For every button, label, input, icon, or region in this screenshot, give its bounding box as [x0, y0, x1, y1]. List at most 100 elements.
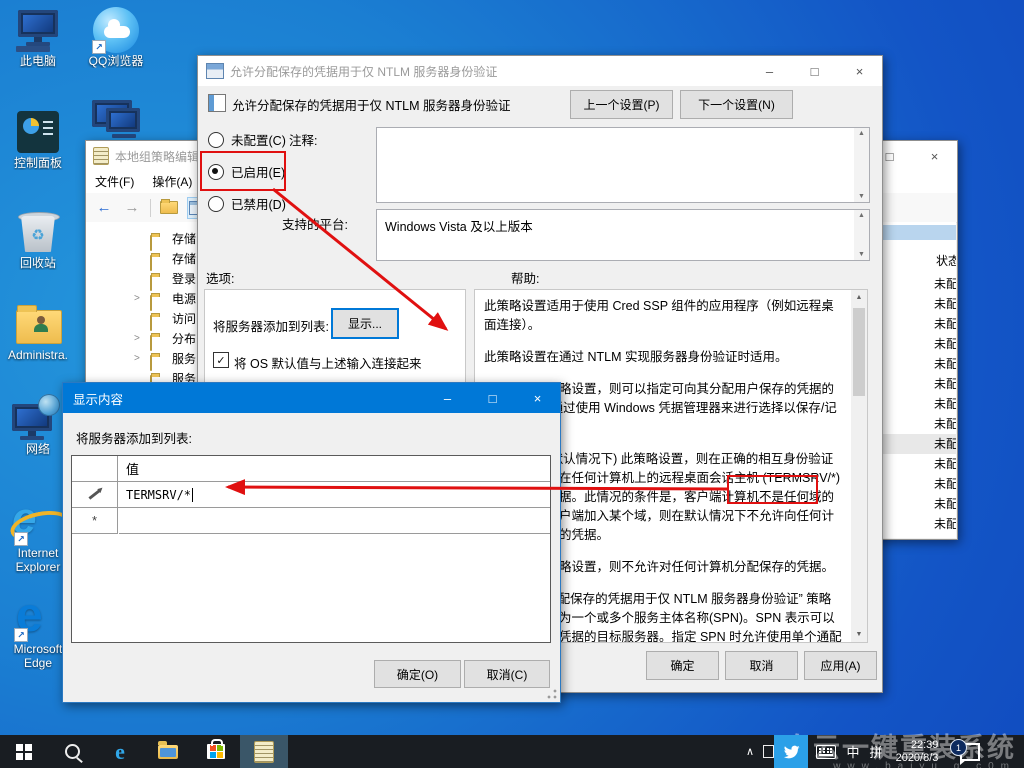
- value-column-header[interactable]: 值: [118, 456, 550, 481]
- cancel-button[interactable]: 取消: [725, 651, 798, 680]
- forward-icon[interactable]: →: [122, 198, 142, 218]
- up-folder-icon[interactable]: [159, 198, 179, 218]
- text-caret: [192, 488, 193, 502]
- edge-icon: e: [115, 739, 125, 765]
- status-column-header[interactable]: 状态: [936, 252, 956, 269]
- minimize-icon[interactable]: –: [425, 383, 470, 413]
- taskbar-store[interactable]: [192, 735, 240, 768]
- desktop-icon-this-pc[interactable]: 此电脑: [4, 6, 72, 68]
- scrollbar-thumb[interactable]: [853, 308, 865, 396]
- radio-label: 未配置(C): [231, 130, 286, 149]
- desktop-icon-administrator[interactable]: Administra.: [4, 300, 72, 362]
- supported-scrollbar[interactable]: ▲ ▼: [854, 210, 869, 260]
- desktop-icon-recycle-bin[interactable]: ♻ 回收站: [4, 208, 72, 270]
- tray-twitter[interactable]: [774, 735, 808, 768]
- desktop-icon-qq-browser[interactable]: ↗ QQ浏览器: [82, 6, 150, 68]
- scroll-up-icon[interactable]: ▲: [858, 212, 865, 219]
- close-icon[interactable]: ×: [837, 56, 882, 86]
- toolbar-separator: [150, 199, 151, 217]
- shortcut-arrow-icon: ↗: [14, 532, 28, 546]
- apply-button[interactable]: 应用(A): [804, 651, 877, 680]
- clock[interactable]: 22:39 2020/8/3: [888, 735, 946, 768]
- radio-not-configured[interactable]: 未配置(C): [208, 130, 286, 149]
- start-button[interactable]: [0, 735, 48, 768]
- expand-arrow-icon[interactable]: >: [134, 349, 146, 369]
- tray-touch-keyboard[interactable]: [812, 735, 840, 768]
- scroll-down-icon[interactable]: ▼: [851, 627, 867, 642]
- value-text: TERMSRV/*: [126, 488, 191, 502]
- menu-file[interactable]: 文件(F): [86, 173, 143, 190]
- recycle-bin-icon: ♻: [4, 208, 72, 256]
- show-contents-titlebar[interactable]: 显示内容 – □ ×: [63, 383, 560, 413]
- menu-action[interactable]: 操作(A): [143, 173, 201, 190]
- scroll-up-icon[interactable]: ▲: [851, 290, 867, 305]
- checkbox-check-icon: ✓: [213, 352, 229, 368]
- ime-mode-button[interactable]: 中: [842, 735, 864, 768]
- supported-on-textarea[interactable]: Windows Vista 及以上版本 ▲ ▼: [376, 209, 870, 261]
- os-default-checkbox[interactable]: ✓: [213, 352, 229, 368]
- previous-setting-button[interactable]: 上一个设置(P): [570, 90, 673, 119]
- expand-arrow-icon[interactable]: >: [134, 329, 146, 349]
- close-icon[interactable]: ×: [515, 383, 560, 413]
- maximize-icon[interactable]: □: [470, 383, 515, 413]
- resize-grip[interactable]: [546, 688, 558, 700]
- store-icon: [207, 744, 225, 759]
- edit-row-indicator: [72, 482, 118, 507]
- policy-dialog-icon: [206, 63, 224, 79]
- user-folder-icon: [4, 300, 72, 348]
- value-cell[interactable]: TERMSRV/*: [118, 482, 550, 507]
- os-default-checkbox-label: 将 OS 默认值与上述输入连接起来: [234, 353, 422, 372]
- scroll-down-icon[interactable]: ▼: [858, 251, 865, 258]
- taskbar-edge[interactable]: e: [96, 735, 144, 768]
- header-row-corner: [72, 456, 118, 481]
- desktop-icon-label: Administra.: [4, 348, 72, 362]
- radio-disabled[interactable]: 已禁用(D): [208, 194, 286, 213]
- next-setting-button[interactable]: 下一个设置(N): [680, 90, 793, 119]
- radio-enabled[interactable]: 已启用(E): [208, 162, 285, 181]
- windows-logo-icon: [16, 744, 32, 760]
- desktop-icon-computers[interactable]: [84, 98, 152, 146]
- policy-setting-icon: [208, 94, 226, 112]
- search-button[interactable]: [48, 735, 96, 768]
- tree-item-label: 存储: [172, 229, 196, 249]
- ok-button[interactable]: 确定(O): [374, 660, 461, 688]
- tree-item-label: 存储: [172, 249, 196, 269]
- empty-value-cell[interactable]: [118, 508, 550, 533]
- ok-button[interactable]: 确定: [646, 651, 719, 680]
- control-panel-icon: [4, 108, 72, 156]
- radio-label: 已禁用(D): [231, 194, 286, 213]
- maximize-icon[interactable]: □: [792, 56, 837, 86]
- expand-arrow-icon[interactable]: >: [134, 289, 146, 309]
- help-scrollbar[interactable]: ▲ ▼: [851, 290, 867, 642]
- comment-textarea[interactable]: ▲ ▼: [376, 127, 870, 203]
- desktop-icon-label: QQ浏览器: [82, 54, 150, 68]
- action-center-button[interactable]: 1: [948, 735, 992, 768]
- clock-time: 22:39: [896, 739, 939, 752]
- scroll-up-icon[interactable]: ▲: [858, 130, 865, 137]
- options-label: 选项:: [206, 268, 234, 287]
- comment-scrollbar[interactable]: ▲ ▼: [854, 128, 869, 202]
- show-button[interactable]: 显示...: [331, 308, 399, 339]
- close-icon[interactable]: ×: [912, 141, 957, 171]
- search-icon: [65, 744, 80, 759]
- taskbar: 白云一键重装系统 www.baiyu g.c0m e ∧: [0, 735, 1024, 768]
- taskbar-gpedit-active[interactable]: [240, 735, 288, 768]
- ime-pinyin-button[interactable]: 拼: [864, 735, 888, 768]
- tree-item-label: 访问: [172, 309, 196, 329]
- tree-item-label: 电源: [172, 289, 196, 309]
- policy-dialog-titlebar[interactable]: 允许分配保存的凭据用于仅 NTLM 服务器身份验证 – □ ×: [198, 56, 882, 86]
- values-table: 值 TERMSRV/* *: [71, 455, 551, 643]
- policy-setting-title: 允许分配保存的凭据用于仅 NTLM 服务器身份验证: [232, 95, 510, 114]
- taskbar-file-explorer[interactable]: [144, 735, 192, 768]
- computers-icon: [84, 98, 152, 146]
- show-hidden-icons-button[interactable]: ∧: [738, 735, 762, 768]
- gpedit-taskbar-icon: [254, 741, 274, 763]
- minimize-icon[interactable]: –: [747, 56, 792, 86]
- twitter-bird-icon: [781, 742, 801, 762]
- scroll-down-icon[interactable]: ▼: [858, 193, 865, 200]
- cancel-button[interactable]: 取消(C): [464, 660, 550, 688]
- back-icon[interactable]: ←: [94, 198, 114, 218]
- show-contents-dialog: 显示内容 – □ × 将服务器添加到列表: 值 TERMSRV/* * 确定(O…: [62, 382, 561, 703]
- desktop-icon-control-panel[interactable]: 控制面板: [4, 108, 72, 170]
- pencil-icon: [88, 489, 100, 499]
